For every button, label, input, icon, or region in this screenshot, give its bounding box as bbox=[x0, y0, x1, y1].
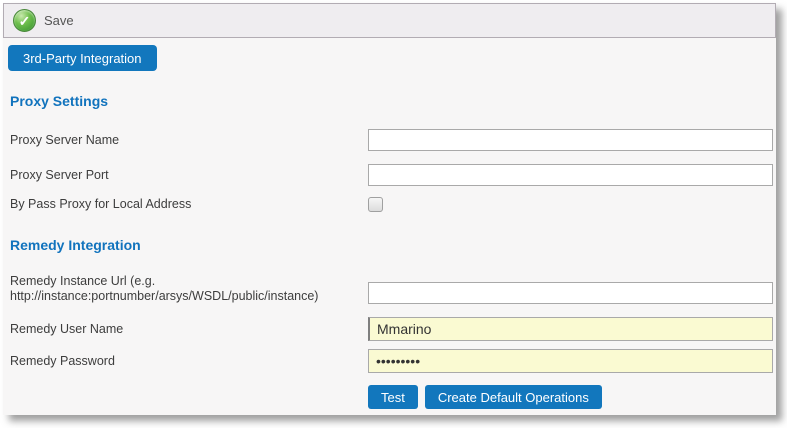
toolbar: ✓ Save bbox=[3, 3, 776, 38]
bypass-proxy-row: By Pass Proxy for Local Address bbox=[10, 195, 771, 213]
create-default-operations-button[interactable]: Create Default Operations bbox=[425, 385, 602, 409]
check-glyph: ✓ bbox=[19, 14, 31, 28]
proxy-server-port-row: Proxy Server Port bbox=[10, 162, 771, 188]
remedy-password-row: Remedy Password bbox=[10, 348, 771, 374]
tab-3rd-party-integration[interactable]: 3rd-Party Integration bbox=[8, 45, 157, 71]
remedy-integration-heading: Remedy Integration bbox=[10, 237, 141, 253]
settings-panel: ✓ Save 3rd-Party Integration Proxy Setti… bbox=[3, 3, 776, 415]
remedy-password-input[interactable] bbox=[368, 349, 773, 373]
save-button[interactable]: ✓ Save bbox=[13, 9, 74, 32]
remedy-user-name-input[interactable] bbox=[368, 317, 773, 341]
remedy-user-name-label: Remedy User Name bbox=[10, 322, 368, 337]
proxy-server-port-input[interactable] bbox=[368, 164, 773, 186]
remedy-instance-url-label: Remedy Instance Url (e.g. http://instanc… bbox=[10, 274, 368, 304]
save-check-icon: ✓ bbox=[13, 9, 36, 32]
remedy-instance-url-row: Remedy Instance Url (e.g. http://instanc… bbox=[10, 274, 771, 304]
remedy-password-label: Remedy Password bbox=[10, 354, 368, 369]
page: ✓ Save 3rd-Party Integration Proxy Setti… bbox=[0, 0, 787, 428]
proxy-server-name-input[interactable] bbox=[368, 129, 773, 151]
remedy-user-name-row: Remedy User Name bbox=[10, 316, 771, 342]
proxy-server-name-row: Proxy Server Name bbox=[10, 127, 771, 153]
tab-label: 3rd-Party Integration bbox=[23, 51, 142, 66]
bypass-proxy-checkbox[interactable] bbox=[368, 197, 383, 212]
proxy-server-name-label: Proxy Server Name bbox=[10, 133, 368, 148]
save-button-label: Save bbox=[44, 13, 74, 28]
test-button[interactable]: Test bbox=[368, 385, 418, 409]
proxy-settings-heading: Proxy Settings bbox=[10, 93, 108, 109]
bypass-proxy-label: By Pass Proxy for Local Address bbox=[10, 197, 368, 212]
remedy-instance-url-input[interactable] bbox=[368, 282, 773, 304]
proxy-server-port-label: Proxy Server Port bbox=[10, 168, 368, 183]
action-buttons-row: Test Create Default Operations bbox=[368, 385, 771, 409]
